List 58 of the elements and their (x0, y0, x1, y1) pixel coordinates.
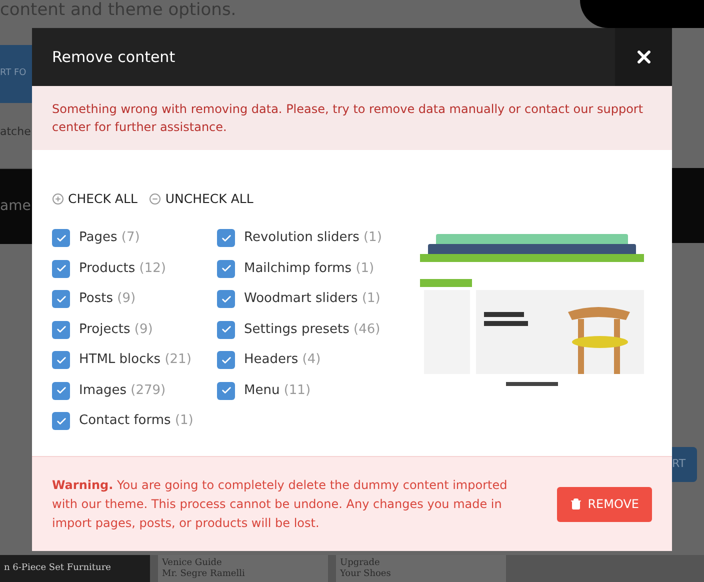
check-icon (220, 294, 232, 304)
option-label: Images (279) (79, 382, 166, 400)
checkbox[interactable] (52, 290, 70, 308)
option-label: Headers (4) (244, 351, 321, 370)
check-icon (220, 385, 232, 396)
checkbox[interactable] (217, 290, 235, 308)
checkbox[interactable] (217, 351, 235, 369)
close-button[interactable] (615, 28, 672, 86)
tile-caption: n 6-Piece Set Furniture (4, 563, 112, 574)
tile-caption: Your Shoes (340, 568, 392, 580)
checkbox[interactable] (217, 320, 235, 338)
check-icon (220, 324, 232, 335)
checkbox[interactable] (217, 260, 235, 278)
warning-message: Warning. You are going to completely delete the dummy content imported with our theme. This process cannot be undone. Any changes you made in import pages, posts, or products will be lost. (52, 476, 508, 532)
checkbox[interactable] (217, 229, 235, 247)
option-label: Settings presets (46) (244, 320, 380, 339)
option-label: Mailchimp forms (1) (244, 260, 374, 278)
checkbox[interactable] (52, 229, 70, 247)
option-label: HTML blocks (21) (79, 351, 192, 370)
check-all-button[interactable]: CHECK ALL (52, 190, 138, 209)
check-icon (56, 385, 66, 396)
start-button[interactable]: RT (672, 447, 697, 482)
option-label: Menu (11) (244, 382, 311, 400)
option-label: Woodmart sliders (1) (244, 290, 380, 308)
check-icon (220, 232, 232, 244)
checkbox[interactable] (217, 382, 235, 400)
check-icon (56, 263, 66, 274)
check-icon (56, 294, 66, 304)
checkbox[interactable] (52, 320, 70, 338)
option-label: Contact forms (1) (79, 412, 194, 430)
checkbox[interactable] (52, 412, 70, 430)
band-text: ame (0, 197, 31, 216)
tile-caption: Upgrade (340, 558, 381, 568)
checkbox[interactable] (52, 382, 70, 400)
start-button[interactable]: RT FO (0, 45, 32, 103)
check-icon (220, 354, 232, 366)
checkbox[interactable] (52, 351, 70, 369)
tile-caption: Mr. Segre Ramelli (162, 568, 246, 580)
dialog-title: Remove content (51, 46, 176, 68)
option-label: Revolution sliders (1) (244, 229, 382, 248)
plus-circle-icon (52, 193, 64, 206)
trash-icon (570, 498, 582, 510)
error-message: Something wrong with removing data. Please, try to remove data manually or contact our support center for further assistance. (52, 101, 644, 136)
check-icon (56, 324, 66, 335)
option-label: Products (12) (79, 260, 166, 278)
option-label: Projects (9) (79, 320, 153, 339)
check-icon (220, 263, 232, 274)
uncheck-all-button[interactable]: UNCHECK ALL (149, 190, 254, 209)
option-label: Posts (9) (79, 290, 136, 308)
checkbox[interactable] (52, 260, 70, 278)
minus-circle-icon (149, 193, 162, 206)
remove-button[interactable]: REMOVE (556, 486, 652, 522)
tile-caption: Venice Guide (162, 558, 223, 568)
check-icon (56, 232, 66, 244)
check-icon (56, 416, 66, 426)
option-label: Pages (7) (79, 229, 140, 248)
check-icon (56, 354, 66, 366)
tab-label[interactable]: atche (0, 125, 32, 139)
